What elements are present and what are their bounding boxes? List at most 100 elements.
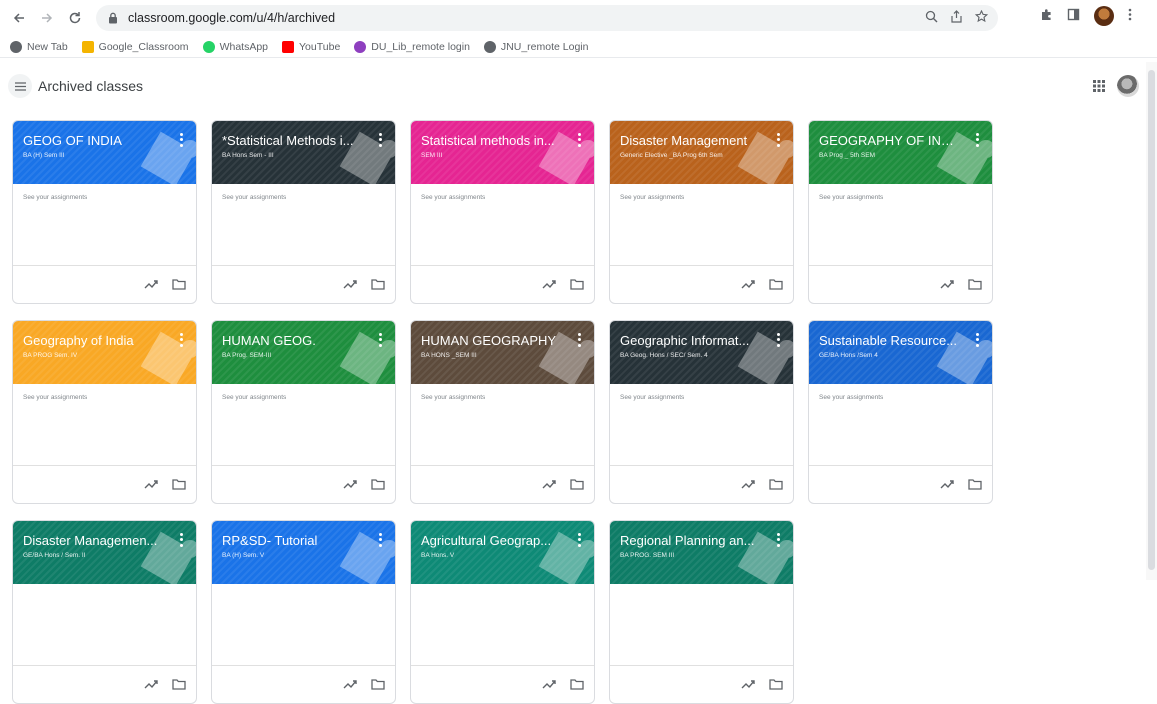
class-title[interactable]: Geography of India [23, 333, 163, 348]
trending-up-icon[interactable] [144, 678, 158, 690]
folder-icon[interactable] [570, 478, 584, 490]
class-title[interactable]: HUMAN GEOGRAPHY [421, 333, 561, 348]
class-title[interactable]: Disaster Management [620, 133, 760, 148]
bookmark-item[interactable]: New Tab [10, 40, 68, 53]
zoom-icon[interactable] [925, 10, 938, 26]
more-options-icon[interactable] [175, 532, 187, 548]
trending-up-icon[interactable] [542, 278, 556, 290]
trending-up-icon[interactable] [542, 478, 556, 490]
trending-up-icon[interactable] [940, 278, 954, 290]
more-options-icon[interactable] [772, 132, 784, 148]
more-options-icon[interactable] [573, 532, 585, 548]
more-options-icon[interactable] [374, 132, 386, 148]
class-card[interactable]: Regional Planning an... BA PROG. SEM III [609, 520, 794, 704]
assignments-link[interactable]: See your assignments [23, 194, 87, 201]
assignments-link[interactable]: See your assignments [819, 194, 883, 201]
class-card[interactable]: GEOGRAPHY OF IND... BA Prog _ 5th SEM See … [808, 120, 993, 304]
class-card[interactable]: HUMAN GEOGRAPHY BA HONS _SEM III See your … [410, 320, 595, 504]
profile-avatar[interactable] [1094, 6, 1114, 26]
class-title[interactable]: Statistical methods in... [421, 133, 561, 148]
google-apps-icon[interactable] [1092, 79, 1106, 93]
trending-up-icon[interactable] [343, 478, 357, 490]
folder-icon[interactable] [172, 478, 186, 490]
folder-icon[interactable] [570, 678, 584, 690]
bookmark-item[interactable]: JNU_remote Login [483, 40, 588, 53]
assignments-link[interactable]: See your assignments [222, 394, 286, 401]
more-options-icon[interactable] [374, 532, 386, 548]
trending-up-icon[interactable] [741, 478, 755, 490]
share-icon[interactable] [950, 10, 963, 26]
trending-up-icon[interactable] [343, 278, 357, 290]
address-bar[interactable]: classroom.google.com/u/4/h/archived [96, 5, 998, 31]
more-options-icon[interactable] [374, 332, 386, 348]
assignments-link[interactable]: See your assignments [620, 194, 684, 201]
extensions-icon[interactable] [1040, 8, 1053, 24]
folder-icon[interactable] [570, 278, 584, 290]
folder-icon[interactable] [968, 478, 982, 490]
class-title[interactable]: Agricultural Geograp... [421, 533, 561, 548]
class-card[interactable]: Disaster Managemen... GE/BA Hons / Sem. I… [12, 520, 197, 704]
folder-icon[interactable] [769, 278, 783, 290]
class-title[interactable]: *Statistical Methods i... [222, 133, 362, 148]
forward-arrow-icon[interactable] [34, 5, 60, 31]
class-banner[interactable]: Statistical methods in... SEM III [411, 121, 594, 184]
account-avatar[interactable] [1117, 75, 1139, 97]
class-title[interactable]: GEOG OF INDIA [23, 133, 163, 148]
assignments-link[interactable]: See your assignments [620, 394, 684, 401]
class-banner[interactable]: GEOGRAPHY OF IND... BA Prog _ 5th SEM [809, 121, 992, 184]
folder-icon[interactable] [371, 678, 385, 690]
class-title[interactable]: HUMAN GEOG. [222, 333, 362, 348]
trending-up-icon[interactable] [144, 478, 158, 490]
back-arrow-icon[interactable] [6, 5, 32, 31]
more-options-icon[interactable] [175, 132, 187, 148]
class-title[interactable]: Geographic Informat... [620, 333, 760, 348]
trending-up-icon[interactable] [741, 278, 755, 290]
class-card[interactable]: GEOG OF INDIA BA (H) Sem III See your assi… [12, 120, 197, 304]
class-card[interactable]: Geographic Informat... BA Geog. Hons / SE… [609, 320, 794, 504]
browser-menu-icon[interactable] [1128, 8, 1132, 24]
trending-up-icon[interactable] [741, 678, 755, 690]
class-card[interactable]: Agricultural Geograp... BA Hons. V [410, 520, 595, 704]
folder-icon[interactable] [172, 678, 186, 690]
folder-icon[interactable] [371, 278, 385, 290]
folder-icon[interactable] [172, 278, 186, 290]
main-menu-icon[interactable] [8, 74, 32, 98]
folder-icon[interactable] [769, 478, 783, 490]
class-banner[interactable]: Disaster Management Generic Elective _BA … [610, 121, 793, 184]
bookmark-item[interactable]: YouTube [282, 40, 340, 53]
class-banner[interactable]: Sustainable Resource... GE/BA Hons /Sem 4 [809, 321, 992, 384]
class-card[interactable]: RP&SD- Tutorial BA (H) Sem. V [211, 520, 396, 704]
class-banner[interactable]: Geography of India BA PROG Sem. IV [13, 321, 196, 384]
more-options-icon[interactable] [971, 332, 983, 348]
class-card[interactable]: HUMAN GEOG. BA Prog. SEM-III See your assi… [211, 320, 396, 504]
trending-up-icon[interactable] [542, 678, 556, 690]
folder-icon[interactable] [769, 678, 783, 690]
class-title[interactable]: Regional Planning an... [620, 533, 760, 548]
folder-icon[interactable] [968, 278, 982, 290]
class-banner[interactable]: Agricultural Geograp... BA Hons. V [411, 521, 594, 584]
class-title[interactable]: RP&SD- Tutorial [222, 533, 362, 548]
class-card[interactable]: *Statistical Methods i... BA Hons Sem - I… [211, 120, 396, 304]
assignments-link[interactable]: See your assignments [421, 394, 485, 401]
class-banner[interactable]: Geographic Informat... BA Geog. Hons / SE… [610, 321, 793, 384]
assignments-link[interactable]: See your assignments [222, 194, 286, 201]
trending-up-icon[interactable] [343, 678, 357, 690]
assignments-link[interactable]: See your assignments [421, 194, 485, 201]
class-title[interactable]: GEOGRAPHY OF IND... [819, 133, 959, 148]
class-banner[interactable]: RP&SD- Tutorial BA (H) Sem. V [212, 521, 395, 584]
bookmark-item[interactable]: Google_Classroom [81, 40, 189, 53]
side-panel-icon[interactable] [1067, 8, 1080, 24]
more-options-icon[interactable] [573, 332, 585, 348]
class-banner[interactable]: Regional Planning an... BA PROG. SEM III [610, 521, 793, 584]
class-card[interactable]: Sustainable Resource... GE/BA Hons /Sem 4… [808, 320, 993, 504]
class-title[interactable]: Disaster Managemen... [23, 533, 163, 548]
class-banner[interactable]: *Statistical Methods i... BA Hons Sem - I… [212, 121, 395, 184]
scrollbar-thumb[interactable] [1148, 70, 1155, 570]
folder-icon[interactable] [371, 478, 385, 490]
class-card[interactable]: Disaster Management Generic Elective _BA … [609, 120, 794, 304]
trending-up-icon[interactable] [940, 478, 954, 490]
more-options-icon[interactable] [175, 332, 187, 348]
more-options-icon[interactable] [772, 332, 784, 348]
assignments-link[interactable]: See your assignments [819, 394, 883, 401]
class-card[interactable]: Geography of India BA PROG Sem. IV See you… [12, 320, 197, 504]
